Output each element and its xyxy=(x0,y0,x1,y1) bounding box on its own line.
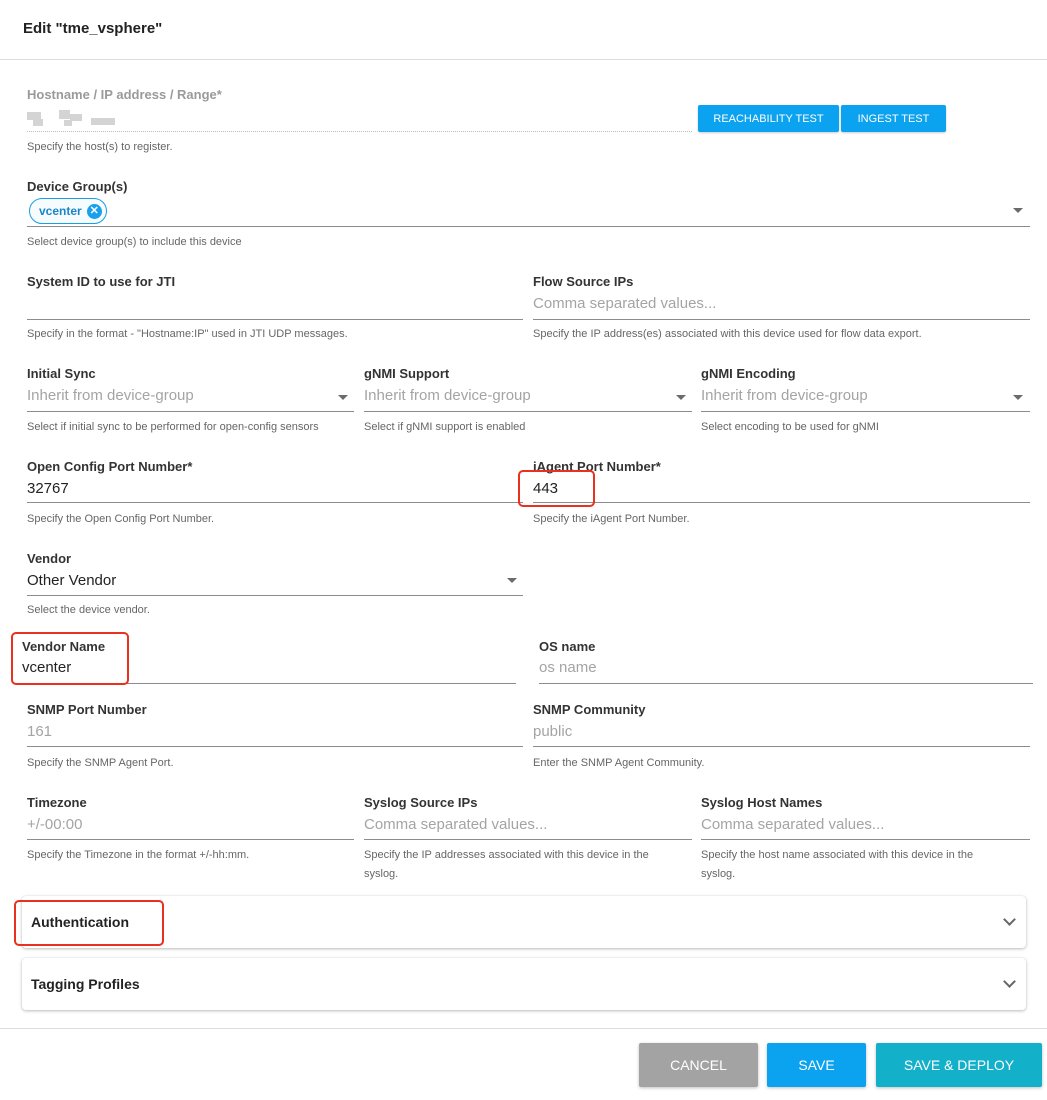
gnmi-encoding-label: gNMI Encoding xyxy=(701,366,796,381)
device-group-chip-label: vcenter xyxy=(39,204,82,218)
syslog-hosts-label: Syslog Host Names xyxy=(701,795,823,810)
syslog-source-helper-line2: syslog. xyxy=(364,868,399,880)
chip-remove-icon[interactable]: ✕ xyxy=(86,203,102,219)
cancel-button[interactable]: CANCEL xyxy=(639,1043,758,1087)
syslog-hosts-helper: Specify the host name associated with th… xyxy=(701,846,1030,884)
device-groups-underline xyxy=(27,226,1030,227)
open-config-port-input[interactable]: 32767 xyxy=(27,480,523,502)
gnmi-encoding-select[interactable]: Inherit from device-group xyxy=(701,387,1030,409)
system-id-input[interactable] xyxy=(27,295,523,317)
gnmi-support-helper: Select if gNMI support is enabled xyxy=(364,421,526,433)
vendor-helper: Select the device vendor. xyxy=(27,604,150,616)
open-config-port-underline xyxy=(27,502,523,503)
os-name-label: OS name xyxy=(539,639,596,654)
chevron-down-icon[interactable] xyxy=(1003,975,1016,988)
flow-source-input[interactable]: Comma separated values... xyxy=(533,295,1030,317)
initial-sync-dropdown-icon[interactable] xyxy=(338,395,348,400)
syslog-source-underline xyxy=(364,839,692,840)
hostname-helper: Specify the host(s) to register. xyxy=(27,141,173,153)
snmp-port-label: SNMP Port Number xyxy=(27,702,147,717)
flow-source-helper: Specify the IP address(es) associated wi… xyxy=(533,328,922,340)
chevron-down-icon[interactable] xyxy=(1003,913,1016,926)
initial-sync-helper: Select if initial sync to be performed f… xyxy=(27,421,319,433)
initial-sync-label: Initial Sync xyxy=(27,366,96,381)
device-groups-label: Device Group(s) xyxy=(27,179,128,194)
gnmi-support-dropdown-icon[interactable] xyxy=(676,395,686,400)
vendor-dropdown-icon[interactable] xyxy=(507,578,517,583)
device-groups-helper: Select device group(s) to include this d… xyxy=(27,236,242,248)
hostname-label: Hostname / IP address / Range* xyxy=(27,87,222,102)
tagging-profiles-panel[interactable]: Tagging Profiles xyxy=(22,958,1026,1010)
timezone-input[interactable]: +/-00:00 xyxy=(27,816,354,838)
open-config-port-label: Open Config Port Number* xyxy=(27,459,193,474)
iagent-port-helper: Specify the iAgent Port Number. xyxy=(533,513,690,525)
hostname-underline xyxy=(27,131,692,132)
snmp-port-underline xyxy=(27,746,523,747)
timezone-helper: Specify the Timezone in the format +/-hh… xyxy=(27,849,250,861)
syslog-hosts-helper-line1: Specify the host name associated with th… xyxy=(701,849,974,861)
timezone-underline xyxy=(27,839,354,840)
snmp-community-input[interactable]: public xyxy=(533,723,1030,745)
snmp-community-label: SNMP Community xyxy=(533,702,646,717)
save-button[interactable]: SAVE xyxy=(767,1043,866,1087)
snmp-port-input[interactable]: 161 xyxy=(27,723,523,745)
gnmi-support-underline xyxy=(364,411,692,412)
initial-sync-underline xyxy=(27,411,354,412)
vendor-name-highlight xyxy=(11,632,129,685)
syslog-source-helper-line1: Specify the IP addresses associated with… xyxy=(364,849,649,861)
ingest-test-button[interactable]: INGEST TEST xyxy=(841,105,946,132)
snmp-community-helper: Enter the SNMP Agent Community. xyxy=(533,757,705,769)
initial-sync-select[interactable]: Inherit from device-group xyxy=(27,387,354,409)
snmp-port-helper: Specify the SNMP Agent Port. xyxy=(27,757,174,769)
gnmi-encoding-dropdown-icon[interactable] xyxy=(1013,395,1023,400)
save-deploy-button[interactable]: SAVE & DEPLOY xyxy=(876,1043,1042,1087)
hostname-input[interactable] xyxy=(27,109,692,131)
flow-source-underline xyxy=(533,319,1030,320)
open-config-port-helper: Specify the Open Config Port Number. xyxy=(27,513,215,525)
gnmi-encoding-helper: Select encoding to be used for gNMI xyxy=(701,421,879,433)
iagent-port-underline xyxy=(533,502,1030,503)
reachability-test-button[interactable]: REACHABILITY TEST xyxy=(698,105,839,132)
tagging-profiles-panel-title: Tagging Profiles xyxy=(31,976,140,992)
os-name-underline xyxy=(539,683,1033,684)
syslog-source-input[interactable]: Comma separated values... xyxy=(364,816,692,838)
syslog-hosts-underline xyxy=(701,839,1030,840)
gnmi-encoding-underline xyxy=(701,411,1030,412)
device-groups-dropdown-icon[interactable] xyxy=(1013,208,1023,213)
system-id-underline xyxy=(27,319,523,320)
dialog-title: Edit "tme_vsphere" xyxy=(23,20,163,37)
vendor-select[interactable]: Other Vendor xyxy=(27,572,523,594)
flow-source-label: Flow Source IPs xyxy=(533,274,634,289)
authentication-highlight xyxy=(14,900,164,946)
gnmi-support-label: gNMI Support xyxy=(364,366,450,381)
system-id-helper: Specify in the format - "Hostname:IP" us… xyxy=(27,328,348,340)
footer-divider xyxy=(0,1028,1047,1029)
authentication-panel[interactable]: Authentication xyxy=(22,896,1026,948)
os-name-input[interactable]: os name xyxy=(539,659,1033,681)
header-divider xyxy=(0,59,1047,60)
syslog-source-label: Syslog Source IPs xyxy=(364,795,478,810)
gnmi-support-select[interactable]: Inherit from device-group xyxy=(364,387,692,409)
timezone-label: Timezone xyxy=(27,795,87,810)
syslog-hosts-helper-line2: syslog. xyxy=(701,868,736,880)
syslog-hosts-input[interactable]: Comma separated values... xyxy=(701,816,1030,838)
iagent-port-highlight xyxy=(518,470,595,507)
syslog-source-helper: Specify the IP addresses associated with… xyxy=(364,846,692,884)
vendor-underline xyxy=(27,595,523,596)
vendor-label: Vendor xyxy=(27,551,72,566)
iagent-port-input[interactable]: 443 xyxy=(533,480,1030,502)
system-id-label: System ID to use for JTI xyxy=(27,274,176,289)
device-group-chip: vcenter ✕ xyxy=(29,198,107,224)
snmp-community-underline xyxy=(533,746,1030,747)
